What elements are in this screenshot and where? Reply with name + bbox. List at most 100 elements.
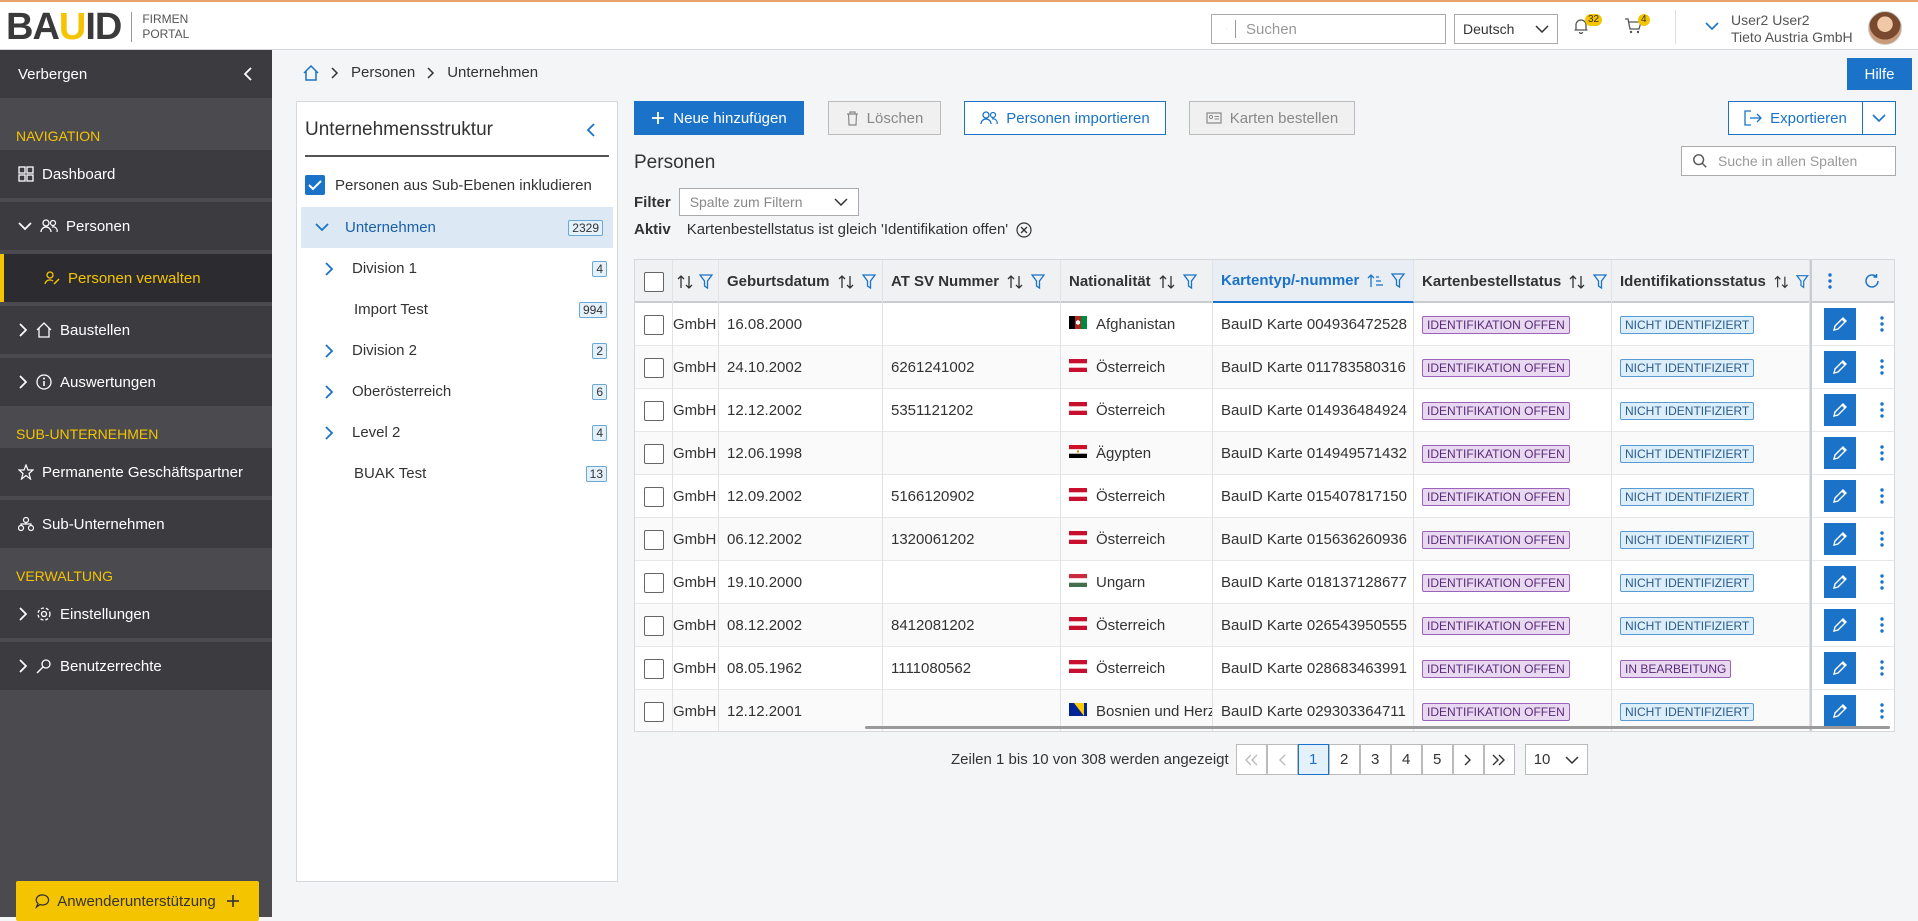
sidebar-item-subunternehmen[interactable]: Sub-Unternehmen bbox=[0, 500, 272, 548]
chevron-left-icon[interactable] bbox=[586, 123, 595, 137]
sidebar-item-auswertungen[interactable]: Auswertungen bbox=[0, 358, 272, 406]
sort-ascending-icon[interactable] bbox=[1367, 273, 1383, 289]
support-button[interactable]: Anwenderunterstützung bbox=[16, 881, 259, 921]
more-vertical-icon[interactable] bbox=[1880, 316, 1884, 332]
tree-node-buak-test[interactable]: BUAK Test 13 bbox=[297, 453, 617, 494]
edit-button[interactable] bbox=[1824, 652, 1856, 684]
global-search-input[interactable] bbox=[1235, 20, 1445, 38]
tree-node-division-1[interactable]: Division 1 4 bbox=[297, 248, 617, 289]
filter-icon[interactable] bbox=[1391, 273, 1405, 289]
filter-icon[interactable] bbox=[1796, 274, 1809, 290]
more-vertical-icon[interactable] bbox=[1880, 660, 1884, 676]
sidebar-item-geschaeftspartner[interactable]: Permanente Geschäftspartner bbox=[0, 448, 272, 496]
row-checkbox[interactable] bbox=[644, 315, 664, 335]
more-vertical-icon[interactable] bbox=[1880, 617, 1884, 633]
sidebar-item-dashboard[interactable]: Dashboard bbox=[0, 150, 272, 198]
table-row[interactable]: GmbH16.08.2000AfghanistanBauID Karte 004… bbox=[635, 303, 1894, 346]
more-vertical-icon[interactable] bbox=[1880, 402, 1884, 418]
page-button-1[interactable]: 1 bbox=[1298, 744, 1329, 775]
edit-button[interactable] bbox=[1824, 437, 1856, 469]
page-button-3[interactable]: 3 bbox=[1360, 744, 1391, 775]
tree-node-level-2[interactable]: Level 2 4 bbox=[297, 412, 617, 453]
order-cards-button[interactable]: Karten bestellen bbox=[1189, 101, 1355, 135]
sidebar-item-einstellungen[interactable]: Einstellungen bbox=[0, 590, 272, 638]
user-menu[interactable]: User2 User2 Tieto Austria GmbH bbox=[1705, 12, 1853, 46]
sort-icon[interactable] bbox=[838, 274, 854, 290]
row-checkbox[interactable] bbox=[644, 358, 664, 378]
column-header-geburtsdatum[interactable]: Geburtsdatum bbox=[719, 260, 883, 303]
filter-icon[interactable] bbox=[1031, 274, 1045, 290]
language-select[interactable]: Deutsch bbox=[1454, 14, 1558, 44]
first-page-button[interactable] bbox=[1236, 744, 1267, 775]
table-row[interactable]: GmbH08.12.20028412081202ÖsterreichBauID … bbox=[635, 604, 1894, 647]
more-vertical-icon[interactable] bbox=[1880, 531, 1884, 547]
chevron-right-icon[interactable] bbox=[325, 262, 334, 276]
logo[interactable]: BAUID FIRMEN PORTAL bbox=[6, 9, 189, 45]
row-checkbox[interactable] bbox=[644, 659, 664, 679]
cart-button[interactable]: 4 bbox=[1624, 18, 1642, 38]
table-row[interactable]: GmbH19.10.2000UngarnBauID Karte 01813712… bbox=[635, 561, 1894, 604]
sort-icon[interactable] bbox=[1774, 274, 1788, 290]
row-checkbox[interactable] bbox=[644, 530, 664, 550]
row-checkbox[interactable] bbox=[644, 444, 664, 464]
sort-icon[interactable] bbox=[1159, 274, 1175, 290]
refresh-icon[interactable] bbox=[1864, 273, 1880, 289]
sort-icon[interactable] bbox=[1569, 274, 1585, 290]
global-search[interactable] bbox=[1211, 14, 1446, 44]
more-vertical-icon[interactable] bbox=[1880, 359, 1884, 375]
column-header-kartentyp[interactable]: Kartentyp/-nummer bbox=[1213, 260, 1414, 303]
add-button[interactable]: Neue hinzufügen bbox=[634, 101, 804, 135]
edit-button[interactable] bbox=[1824, 609, 1856, 641]
chevron-right-icon[interactable] bbox=[325, 385, 334, 399]
filter-icon[interactable] bbox=[1183, 274, 1197, 290]
column-header-kartenbestellstatus[interactable]: Kartenbestellstatus bbox=[1414, 260, 1612, 303]
row-checkbox[interactable] bbox=[644, 616, 664, 636]
include-sublevels-checkbox[interactable]: Personen aus Sub-Ebenen inkludieren bbox=[305, 175, 609, 195]
tree-node-oberoesterreich[interactable]: Oberösterreich 6 bbox=[297, 371, 617, 412]
filter-icon[interactable] bbox=[862, 274, 876, 290]
next-page-button[interactable] bbox=[1453, 744, 1484, 775]
export-button[interactable]: Exportieren bbox=[1728, 101, 1863, 135]
row-checkbox[interactable] bbox=[644, 702, 664, 722]
row-checkbox[interactable] bbox=[644, 573, 664, 593]
table-row[interactable]: GmbH12.09.20025166120902ÖsterreichBauID … bbox=[635, 475, 1894, 518]
prev-page-button[interactable] bbox=[1267, 744, 1298, 775]
page-size-select[interactable]: 10 bbox=[1525, 744, 1588, 775]
chevron-down-icon[interactable] bbox=[315, 223, 329, 232]
sidebar-item-personen-verwalten[interactable]: Personen verwalten bbox=[0, 254, 272, 302]
table-row[interactable]: GmbH12.06.1998ÄgyptenBauID Karte 0149495… bbox=[635, 432, 1894, 475]
row-checkbox[interactable] bbox=[644, 401, 664, 421]
delete-button[interactable]: Löschen bbox=[828, 101, 941, 135]
filter-icon[interactable] bbox=[1593, 274, 1607, 290]
home-icon[interactable] bbox=[303, 65, 319, 81]
sidebar-item-benutzerrechte[interactable]: Benutzerrechte bbox=[0, 642, 272, 690]
tree-node-import-test[interactable]: Import Test 994 bbox=[297, 289, 617, 330]
notifications-button[interactable]: 32 bbox=[1573, 18, 1589, 38]
more-vertical-icon[interactable] bbox=[1828, 273, 1832, 289]
table-row[interactable]: GmbH12.12.20025351121202ÖsterreichBauID … bbox=[635, 389, 1894, 432]
column-header-identifikationsstatus[interactable]: Identifikationsstatus bbox=[1612, 260, 1810, 303]
horizontal-scrollbar[interactable] bbox=[865, 726, 1890, 729]
sidebar-item-personen[interactable]: Personen bbox=[0, 202, 272, 250]
table-row[interactable]: GmbH08.05.19621111080562ÖsterreichBauID … bbox=[635, 647, 1894, 690]
tree-node-unternehmen[interactable]: Unternehmen 2329 bbox=[301, 207, 613, 248]
checkbox-checked-icon[interactable] bbox=[305, 175, 325, 195]
page-button-2[interactable]: 2 bbox=[1329, 744, 1360, 775]
help-button[interactable]: Hilfe bbox=[1847, 58, 1912, 90]
edit-button[interactable] bbox=[1824, 566, 1856, 598]
avatar[interactable] bbox=[1868, 11, 1902, 45]
sidebar-item-baustellen[interactable]: Baustellen bbox=[0, 306, 272, 354]
sidebar-hide-toggle[interactable]: Verbergen bbox=[0, 50, 272, 98]
table-row[interactable]: GmbH06.12.20021320061202ÖsterreichBauID … bbox=[635, 518, 1894, 561]
table-search[interactable]: Suche in allen Spalten bbox=[1681, 146, 1896, 176]
tree-node-division-2[interactable]: Division 2 2 bbox=[297, 330, 617, 371]
edit-button[interactable] bbox=[1824, 695, 1856, 727]
edit-button[interactable] bbox=[1824, 351, 1856, 383]
export-dropdown-button[interactable] bbox=[1862, 101, 1896, 135]
more-vertical-icon[interactable] bbox=[1880, 445, 1884, 461]
sort-icon[interactable] bbox=[677, 274, 693, 290]
column-header-firma[interactable] bbox=[673, 260, 719, 303]
table-row[interactable]: GmbH24.10.20026261241002ÖsterreichBauID … bbox=[635, 346, 1894, 389]
select-all-checkbox[interactable] bbox=[644, 272, 664, 292]
edit-button[interactable] bbox=[1824, 480, 1856, 512]
